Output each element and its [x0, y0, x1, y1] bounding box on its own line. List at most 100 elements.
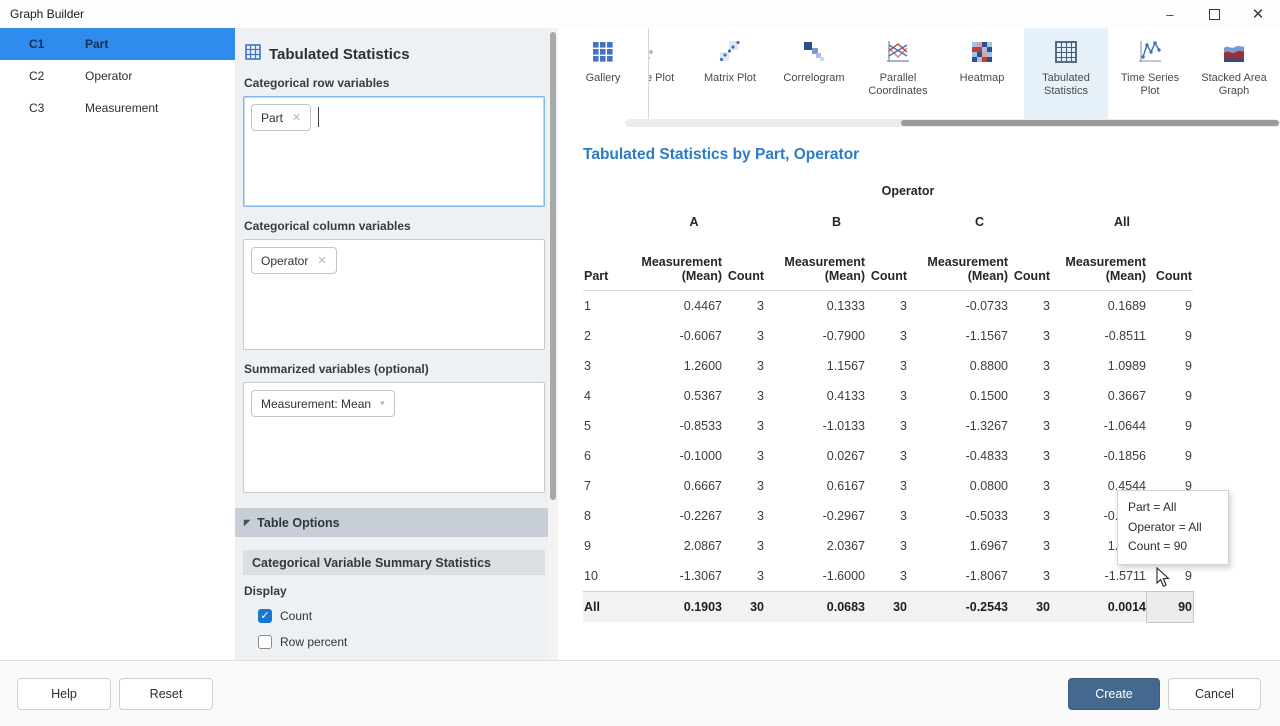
value-cell[interactable]: 3 — [723, 381, 765, 411]
total-value-cell[interactable]: 0.0014 — [1051, 592, 1147, 623]
value-cell[interactable]: 3 — [866, 411, 908, 441]
value-cell[interactable]: 3 — [1009, 471, 1051, 501]
total-value-cell[interactable]: 30 — [1009, 592, 1051, 623]
value-cell[interactable]: 9 — [1147, 381, 1193, 411]
reset-button[interactable]: Reset — [119, 678, 213, 710]
minimize-button[interactable]: – — [1148, 0, 1192, 28]
value-cell[interactable]: 0.4467 — [623, 291, 723, 322]
part-cell[interactable]: 9 — [583, 531, 623, 561]
value-cell[interactable]: 3 — [866, 321, 908, 351]
chevron-down-icon[interactable]: ▾ — [380, 398, 385, 409]
total-value-cell[interactable]: 30 — [723, 592, 765, 623]
table-options-header[interactable]: ◤ Table Options — [235, 508, 548, 537]
value-cell[interactable]: 3 — [723, 321, 765, 351]
gallery-pinned-item[interactable]: Gallery — [558, 28, 649, 119]
sidebar-item-measurement[interactable]: C3Measurement — [0, 92, 235, 124]
value-cell[interactable]: 9 — [1147, 411, 1193, 441]
total-value-cell[interactable]: 30 — [866, 592, 908, 623]
value-cell[interactable]: -1.6000 — [765, 561, 866, 592]
value-cell[interactable]: 3 — [866, 501, 908, 531]
value-cell[interactable]: 2.0867 — [623, 531, 723, 561]
checkbox-count[interactable]: ✓Count — [258, 607, 548, 624]
value-cell[interactable]: -0.1000 — [623, 441, 723, 471]
value-cell[interactable]: 0.6167 — [765, 471, 866, 501]
maximize-button[interactable] — [1192, 0, 1236, 28]
value-cell[interactable]: -0.0733 — [908, 291, 1009, 322]
value-cell[interactable]: -0.7900 — [765, 321, 866, 351]
hovered-count-cell[interactable]: 90 — [1147, 592, 1193, 623]
summarized-variables-box[interactable]: Measurement: Mean▾ — [243, 382, 545, 493]
gallery-item-time-series-plot[interactable]: Time Series Plot — [1108, 28, 1192, 119]
value-cell[interactable]: 3 — [1009, 411, 1051, 441]
value-cell[interactable]: 3 — [1009, 321, 1051, 351]
value-cell[interactable]: -0.4833 — [908, 441, 1009, 471]
value-cell[interactable]: 3 — [723, 561, 765, 592]
value-cell[interactable]: -1.3267 — [908, 411, 1009, 441]
value-cell[interactable]: -0.8511 — [1051, 321, 1147, 351]
part-cell[interactable]: 3 — [583, 351, 623, 381]
value-cell[interactable]: -0.2967 — [765, 501, 866, 531]
value-cell[interactable]: 0.5367 — [623, 381, 723, 411]
gallery-scrollbar-thumb[interactable] — [901, 120, 1279, 126]
value-cell[interactable]: -0.6067 — [623, 321, 723, 351]
panel-scrollbar-thumb[interactable] — [550, 32, 556, 500]
gallery-horizontal-scrollbar[interactable] — [625, 119, 1280, 127]
value-cell[interactable]: -1.8067 — [908, 561, 1009, 592]
total-value-cell[interactable]: -0.2543 — [908, 592, 1009, 623]
value-cell[interactable]: 9 — [1147, 321, 1193, 351]
value-cell[interactable]: -1.5711 — [1051, 561, 1147, 592]
value-cell[interactable]: -0.8533 — [623, 411, 723, 441]
value-cell[interactable]: 1.2600 — [623, 351, 723, 381]
variable-chip-operator[interactable]: Operator✕ — [251, 247, 337, 274]
total-value-cell[interactable]: 0.0683 — [765, 592, 866, 623]
part-cell[interactable]: 7 — [583, 471, 623, 501]
part-cell[interactable]: 2 — [583, 321, 623, 351]
value-cell[interactable]: -1.3067 — [623, 561, 723, 592]
value-cell[interactable]: 3 — [1009, 441, 1051, 471]
create-button[interactable]: Create — [1068, 678, 1160, 710]
value-cell[interactable]: 3 — [866, 381, 908, 411]
value-cell[interactable]: 0.1689 — [1051, 291, 1147, 322]
value-cell[interactable]: 3 — [866, 531, 908, 561]
value-cell[interactable]: 3 — [723, 411, 765, 441]
value-cell[interactable]: -1.1567 — [908, 321, 1009, 351]
value-cell[interactable]: 0.1500 — [908, 381, 1009, 411]
part-cell[interactable]: 10 — [583, 561, 623, 592]
value-cell[interactable]: 2.0367 — [765, 531, 866, 561]
checkbox-row-percent[interactable]: Row percent — [258, 633, 548, 650]
total-label-cell[interactable]: All — [583, 592, 623, 623]
column-variables-box[interactable]: Operator✕ — [243, 239, 545, 350]
value-cell[interactable]: 0.6667 — [623, 471, 723, 501]
value-cell[interactable]: 0.4133 — [765, 381, 866, 411]
value-cell[interactable]: 0.1333 — [765, 291, 866, 322]
gallery-item-correlogram[interactable]: Correlogram — [772, 28, 856, 119]
value-cell[interactable]: -0.5033 — [908, 501, 1009, 531]
gallery-item-heatmap[interactable]: Heatmap — [940, 28, 1024, 119]
part-cell[interactable]: 8 — [583, 501, 623, 531]
sidebar-item-part[interactable]: C1Part — [0, 28, 235, 60]
value-cell[interactable]: 1.0989 — [1051, 351, 1147, 381]
remove-icon[interactable]: ✕ — [317, 254, 326, 267]
value-cell[interactable]: 3 — [866, 471, 908, 501]
value-cell[interactable]: 9 — [1147, 351, 1193, 381]
value-cell[interactable]: 9 — [1147, 441, 1193, 471]
variable-chip-part[interactable]: Part✕ — [251, 104, 311, 131]
gallery-item-gallery[interactable]: Gallery — [558, 28, 648, 119]
value-cell[interactable]: 1.6967 — [908, 531, 1009, 561]
value-cell[interactable]: 3 — [723, 441, 765, 471]
value-cell[interactable]: -1.0133 — [765, 411, 866, 441]
close-button[interactable]: ✕ — [1236, 0, 1280, 28]
value-cell[interactable]: 3 — [723, 531, 765, 561]
value-cell[interactable]: 3 — [866, 441, 908, 471]
value-cell[interactable]: -0.2267 — [623, 501, 723, 531]
sidebar-item-operator[interactable]: C2Operator — [0, 60, 235, 92]
value-cell[interactable]: 0.0800 — [908, 471, 1009, 501]
value-cell[interactable]: 3 — [1009, 381, 1051, 411]
part-cell[interactable]: 5 — [583, 411, 623, 441]
value-cell[interactable]: -0.1856 — [1051, 441, 1147, 471]
gallery-item-e-plot[interactable]: e Plot — [648, 28, 688, 119]
checkbox-icon[interactable] — [258, 635, 272, 649]
part-cell[interactable]: 1 — [583, 291, 623, 322]
gallery-item-stacked-area-graph[interactable]: Stacked Area Graph — [1192, 28, 1276, 119]
panel-scrollbar[interactable] — [548, 28, 558, 660]
